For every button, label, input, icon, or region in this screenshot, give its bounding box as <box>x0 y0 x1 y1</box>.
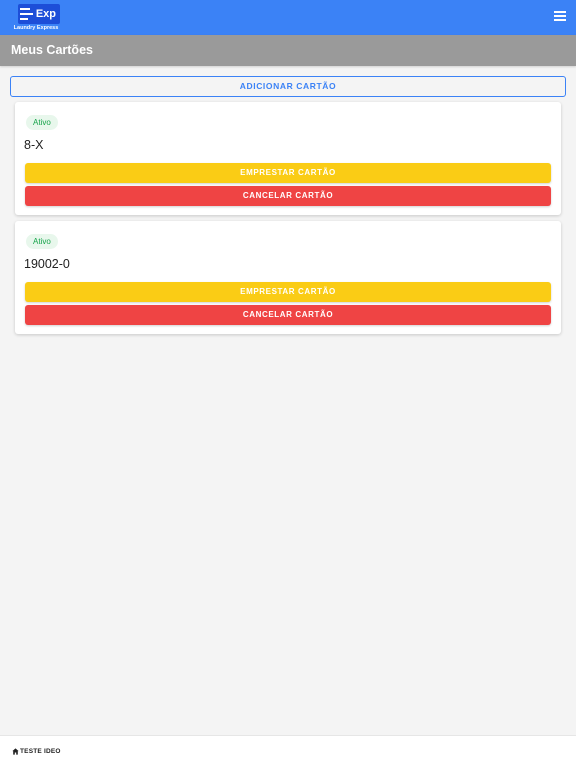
laundry-express-logo[interactable]: Exp Laundry Express <box>10 2 62 33</box>
footer-label[interactable]: TESTE IDEO <box>20 748 61 755</box>
logo-subtitle: Laundry Express <box>13 25 59 31</box>
card-number: 8-X <box>24 138 44 152</box>
footer-bar: TESTE IDEO <box>0 735 576 768</box>
status-badge: Ativo <box>26 234 58 249</box>
logo-text: Exp <box>35 8 56 20</box>
lend-card-button[interactable]: EMPRESTAR CARTÃO <box>25 163 551 183</box>
home-icon[interactable] <box>12 748 19 755</box>
hamburger-menu-icon[interactable] <box>554 11 566 23</box>
page-title: Meus Cartões <box>0 35 576 66</box>
cancel-card-button[interactable]: CANCELAR CARTÃO <box>25 186 551 206</box>
card-item: Ativo 19002-0 EMPRESTAR CARTÃO CANCELAR … <box>15 221 561 334</box>
top-app-bar: Exp Laundry Express <box>0 0 576 35</box>
card-number: 19002-0 <box>24 257 70 271</box>
card-item: Ativo 8-X EMPRESTAR CARTÃO CANCELAR CART… <box>15 102 561 215</box>
status-badge: Ativo <box>26 115 58 130</box>
cancel-card-button[interactable]: CANCELAR CARTÃO <box>25 305 551 325</box>
lend-card-button[interactable]: EMPRESTAR CARTÃO <box>25 282 551 302</box>
add-card-button[interactable]: ADICIONAR CARTÃO <box>10 76 566 97</box>
logo-speed-lines-icon <box>20 8 34 24</box>
logo-badge: Exp <box>18 4 60 24</box>
